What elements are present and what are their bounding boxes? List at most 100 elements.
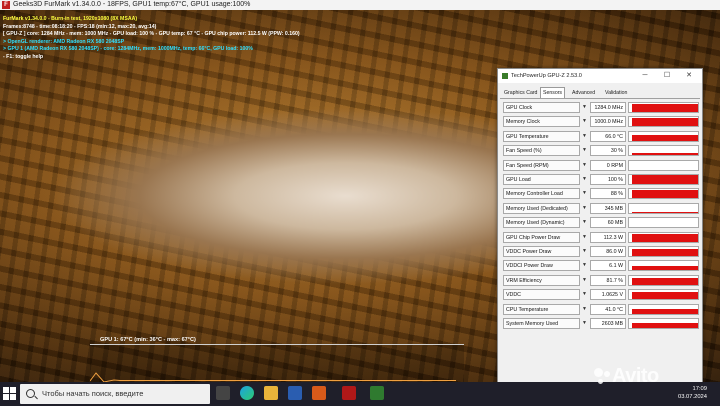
sensor-row: VDDC ▼ 1.0625 V — [503, 289, 699, 301]
sensor-graph-fill — [631, 175, 698, 184]
sensor-row: Memory Used (Dedicated) ▼ 345 MB — [503, 202, 699, 215]
sensor-value: 1000.0 MHz — [590, 116, 626, 128]
sensor-value: 30 % — [590, 145, 626, 157]
sensor-graph-fill — [631, 265, 698, 271]
clock-time: 17:09 — [692, 386, 707, 392]
sensor-row: GPU Load ▼ 100 % — [503, 174, 699, 186]
sensor-dropdown-icon[interactable]: ▼ — [581, 174, 588, 185]
search-placeholder: Чтобы начать поиск, введите — [42, 389, 144, 398]
tab-validation[interactable]: Validation — [603, 88, 629, 98]
sensor-value: 1.0625 V — [590, 289, 626, 301]
sensor-dropdown-icon[interactable]: ▼ — [581, 160, 588, 171]
sensor-graph — [628, 217, 699, 229]
sensor-row: Memory Controller Load ▼ 88 % — [503, 188, 699, 200]
sensor-dropdown-icon[interactable]: ▼ — [581, 304, 588, 315]
sensor-graph — [628, 289, 699, 301]
sensor-value: 100 % — [590, 174, 626, 185]
sensor-name[interactable]: GPU Load — [503, 174, 580, 185]
start-button[interactable] — [3, 387, 17, 401]
sensor-name[interactable]: VDDCI Power Draw — [503, 260, 580, 272]
sensor-name[interactable]: Memory Controller Load — [503, 188, 580, 200]
sensor-graph-fill — [631, 103, 698, 112]
sensor-name[interactable]: VDDC — [503, 289, 580, 301]
sensor-graph-fill — [631, 152, 698, 156]
sensor-name[interactable]: CPU Temperature — [503, 303, 580, 315]
furmark-window-title: Geeks3D FurMark v1.34.0.0 - 18FPS, GPU1 … — [13, 1, 251, 8]
search-icon — [26, 389, 35, 398]
sensor-graph — [628, 231, 699, 243]
sensor-name[interactable]: GPU Clock — [503, 102, 580, 113]
edge-browser-icon[interactable] — [240, 386, 254, 400]
sensor-name[interactable]: Fan Speed (%) — [503, 145, 580, 157]
sensor-graph — [628, 202, 699, 214]
furmark-title-bar[interactable]: F Geeks3D FurMark v1.34.0.0 - 18FPS, GPU… — [0, 0, 720, 10]
sensor-dropdown-icon[interactable]: ▼ — [581, 188, 588, 199]
sensor-name[interactable]: Fan Speed (RPM) — [503, 159, 580, 171]
tab-graphics-card[interactable]: Graphics Card — [502, 88, 539, 98]
overlay-line-renderer: > OpenGL renderer: AMD Radeon RX 580 204… — [3, 38, 125, 45]
store-icon[interactable] — [288, 386, 302, 400]
temperature-graph: GPU 1: 67°C (min: 36°C - max: 67°C) — [90, 337, 464, 382]
sensor-graph-fill — [631, 135, 698, 141]
sensor-graph — [628, 145, 699, 157]
sensor-value: 60 MB — [590, 217, 626, 229]
sensor-dropdown-icon[interactable]: ▼ — [581, 232, 588, 243]
sensor-dropdown-icon[interactable]: ▼ — [581, 217, 588, 228]
sensor-value: 345 MB — [590, 202, 626, 214]
sensor-dropdown-icon[interactable]: ▼ — [581, 102, 588, 113]
sensor-dropdown-icon[interactable]: ▼ — [581, 131, 588, 142]
sensor-graph — [628, 188, 699, 200]
sensor-name[interactable]: Memory Used (Dynamic) — [503, 217, 580, 229]
sensor-dropdown-icon[interactable]: ▼ — [581, 246, 588, 257]
sensor-dropdown-icon[interactable]: ▼ — [581, 275, 588, 286]
sensor-graph — [628, 318, 699, 329]
sensor-dropdown-icon[interactable]: ▼ — [581, 289, 588, 300]
temperature-graph-plot — [90, 372, 456, 382]
overlay-line-title: FurMark v1.34.0.0 - Burn-in test, 1920x1… — [3, 16, 138, 22]
sensor-graph-fill — [631, 277, 698, 285]
sensor-name[interactable]: Memory Used (Dedicated) — [503, 202, 580, 214]
overlay-line-gpu1: > GPU 1 (AMD Radeon RX 580 2048SP) - cor… — [3, 46, 253, 53]
tab-advanced[interactable]: Advanced — [570, 88, 597, 98]
sensor-graph — [628, 274, 699, 286]
gpuz-title-bar[interactable]: TechPowerUp GPU-Z 2.53.0 ─ ☐ ✕ — [498, 69, 702, 83]
sensor-graph-fill — [631, 211, 698, 213]
sensor-dropdown-icon[interactable]: ▼ — [581, 260, 588, 271]
file-explorer-icon[interactable] — [264, 386, 278, 400]
sensor-row: VDDCI Power Draw ▼ 6.1 W — [503, 260, 699, 272]
taskbar-search-box[interactable]: Чтобы начать поиск, введите — [20, 384, 210, 404]
gpuz-taskbar-icon[interactable] — [370, 386, 384, 400]
sensor-name[interactable]: GPU Temperature — [503, 130, 580, 142]
sensor-name[interactable]: GPU Chip Power Draw — [503, 231, 580, 243]
sensor-name[interactable]: VDDC Power Draw — [503, 246, 580, 257]
sensor-row: VRM Efficiency ▼ 81.7 % — [503, 274, 699, 287]
taskbar-clock[interactable]: 17:09 03.07.2024 — [667, 385, 707, 401]
sensor-graph — [628, 246, 699, 257]
sensor-name[interactable]: VRM Efficiency — [503, 274, 580, 286]
sensor-value: 66.0 °C — [590, 130, 626, 142]
mail-icon[interactable] — [312, 386, 326, 400]
sensor-graph — [628, 116, 699, 128]
sensor-value: 112.3 W — [590, 231, 626, 243]
minimize-button[interactable]: ─ — [634, 69, 656, 83]
sensor-dropdown-icon[interactable]: ▼ — [581, 116, 588, 127]
sensor-row: GPU Temperature ▼ 66.0 °C — [503, 130, 699, 143]
sensor-graph-fill — [631, 190, 698, 199]
sensor-graph — [628, 130, 699, 142]
sensor-dropdown-icon[interactable]: ▼ — [581, 145, 588, 156]
furmark-taskbar-icon[interactable] — [342, 386, 356, 400]
sensor-name[interactable]: Memory Clock — [503, 116, 580, 128]
temperature-line — [90, 372, 456, 382]
gpuz-window[interactable]: TechPowerUp GPU-Z 2.53.0 ─ ☐ ✕ Graphics … — [497, 68, 703, 384]
sensor-dropdown-icon[interactable]: ▼ — [581, 203, 588, 214]
task-view-icon[interactable] — [216, 386, 230, 400]
close-button[interactable]: ✕ — [678, 69, 700, 83]
sensor-name[interactable]: System Memory Used — [503, 318, 580, 329]
sensor-row: GPU Clock ▼ 1284.0 MHz — [503, 102, 699, 114]
sensor-row: System Memory Used ▼ 2603 MB — [503, 318, 699, 330]
maximize-button[interactable]: ☐ — [656, 69, 678, 83]
sensor-graph-fill — [631, 291, 698, 300]
sensor-dropdown-icon[interactable]: ▼ — [581, 318, 588, 329]
sensor-graph — [628, 260, 699, 272]
sensor-graph-fill — [631, 117, 698, 127]
